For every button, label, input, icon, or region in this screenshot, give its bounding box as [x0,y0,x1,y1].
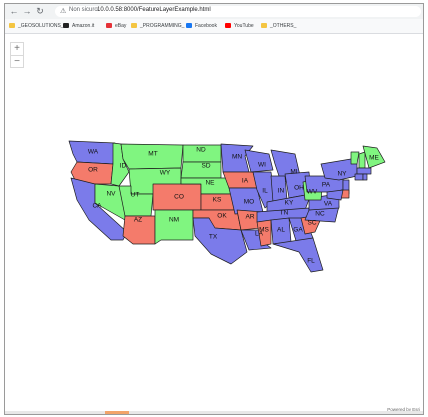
state-label-mn: MN [232,154,242,161]
state-label-wi: WI [258,162,266,169]
state-label-sc: SC [307,220,316,227]
state-label-tn: TN [280,210,289,217]
state-nm[interactable] [154,209,194,245]
state-label-or: OR [88,167,98,174]
state-label-wv: WV [307,189,318,196]
state-fl[interactable] [272,237,324,273]
state-label-nc: NC [315,211,325,218]
state-label-mi: MI [290,169,297,176]
state-ma[interactable] [356,167,372,175]
state-label-co: CO [174,194,184,201]
state-label-oh: OH [294,185,304,192]
state-label-ut: UT [131,192,140,199]
state-label-al: AL [277,227,285,234]
state-label-ar: AR [245,214,254,221]
state-label-mo: MO [244,199,254,206]
state-label-id: ID [120,163,127,170]
state-label-il: IL [262,188,268,195]
state-label-ok: OK [217,213,227,220]
us-states-map[interactable]: WA OR CA NV ID MT WY UT AZ CO NM ND SD NE KS OK TX MN IA MO… [5,4,423,414]
state-nh[interactable] [358,151,366,169]
state-ct[interactable] [354,173,364,181]
state-label-fl: FL [307,258,315,265]
scrollbar-thumb[interactable] [105,411,129,414]
state-label-ga: GA [293,227,303,234]
state-vt[interactable] [350,151,360,165]
state-label-ne: NE [205,180,215,187]
state-label-mt: MT [148,151,157,158]
browser-window: ← → ↻ ⚠ Non sicuro 10.0.0.58:8000/Featur… [4,3,424,415]
state-ri[interactable] [362,173,368,181]
state-label-ia: IA [242,178,249,185]
state-label-wy: WY [160,170,171,177]
state-ia[interactable] [222,171,258,189]
state-label-ms: MS [259,227,269,234]
state-label-ky: KY [285,200,294,207]
state-label-az: AZ [134,217,142,224]
state-label-ks: KS [213,197,222,204]
state-label-nd: ND [196,147,206,154]
state-label-tx: TX [209,234,218,241]
state-md[interactable] [326,189,344,201]
state-label-wa: WA [88,149,99,156]
horizontal-scrollbar[interactable] [5,411,423,414]
state-label-pa: PA [322,182,331,189]
state-label-nv: NV [106,191,116,198]
state-label-ny: NY [337,171,347,178]
state-label-ca: CA [92,203,102,210]
state-label-in: IN [278,188,285,195]
state-label-nm: NM [169,217,179,224]
state-label-va: VA [324,201,333,208]
state-label-me: ME [369,155,379,162]
state-label-sd: SD [201,163,210,170]
